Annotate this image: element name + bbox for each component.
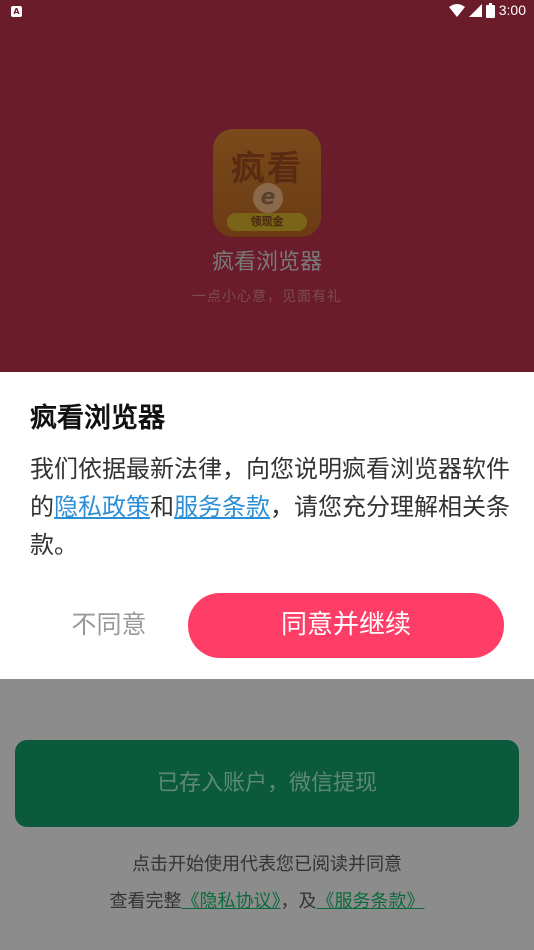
agree-continue-button[interactable]: 同意并继续 [188,593,504,658]
app-tagline: 一点小心意，见面有礼 [192,289,342,305]
dialog-body-and: 和 [150,493,174,521]
battery-icon [485,2,495,18]
signal-icon [468,3,482,17]
app-name: 疯看浏览器 [211,250,322,275]
terms-of-service-link[interactable]: 服务条款 [174,493,270,521]
status-bar: A 3:00 [0,0,534,24]
agreement-note: 点击开始使用代表您已阅读并同意 [132,854,402,875]
dialog-body: 我们依据最新法律，向您说明疯看浏览器软件的隐私政策和服务条款，请您充分理解相关条… [30,450,510,564]
status-time: 3:00 [498,2,526,18]
agreement-links-prefix: 查看完整 [109,891,182,912]
dialog-title: 疯看浏览器 [30,403,165,434]
agreement-links-sep: ，及 [280,891,317,912]
agreement-links: 查看完整《隐私协议》，及《服务条款》 [0,887,534,913]
browser-e-icon: e [253,183,283,213]
notification-icon: A [11,6,22,17]
privacy-policy-link[interactable]: 隐私政策 [54,493,150,521]
privacy-agreement-link[interactable]: 《隐私协议》 [182,891,281,912]
wifi-icon [448,3,465,17]
disagree-button[interactable]: 不同意 [44,592,174,658]
app-logo-badge: 领现金 [227,213,307,231]
terms-agreement-link[interactable]: 《服务条款》 [317,891,425,912]
withdraw-button[interactable]: 已存入账户，微信提现 [15,740,519,827]
app-logo: 疯看 e 领现金 [213,129,321,237]
privacy-dialog: 疯看浏览器 我们依据最新法律，向您说明疯看浏览器软件的隐私政策和服务条款，请您充… [0,372,534,678]
